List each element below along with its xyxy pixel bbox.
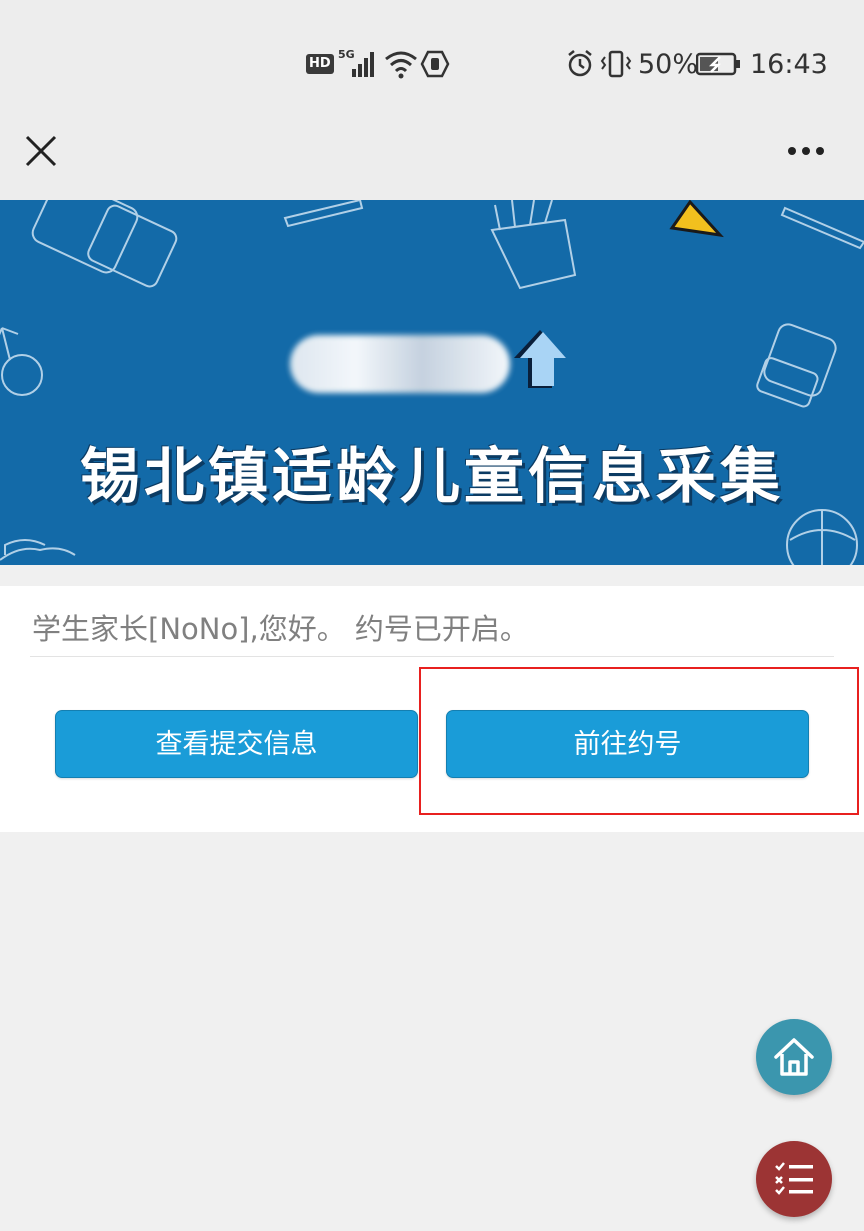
banner-title: 锡北镇适龄儿童信息采集 <box>80 442 784 512</box>
more-icon[interactable] <box>782 136 830 166</box>
divider <box>30 656 834 657</box>
home-button[interactable] <box>756 1019 832 1095</box>
checklist-icon <box>775 1162 813 1195</box>
battery-charging-icon <box>696 44 742 84</box>
highlight-annotation-box <box>419 667 859 815</box>
view-submission-button[interactable]: 查看提交信息 <box>55 710 418 778</box>
shield-icon <box>420 44 450 84</box>
network-type-label: 5G <box>338 48 355 61</box>
page: HD 5G 50% 16:43 锡北镇适龄儿童信息采集 学生家长[NoNo],您… <box>0 0 864 1231</box>
blurred-logo <box>290 335 510 393</box>
checklist-button[interactable] <box>756 1141 832 1217</box>
nav-bar <box>0 100 864 200</box>
home-icon <box>774 1038 814 1076</box>
vibrate-icon <box>600 44 632 84</box>
clock-time: 16:43 <box>750 48 828 80</box>
header-banner: 锡北镇适龄儿童信息采集 <box>0 200 864 565</box>
logo-arrow-icon <box>514 330 566 388</box>
hd-icon: HD <box>306 44 334 84</box>
close-icon[interactable] <box>20 130 62 172</box>
battery-percent: 50% <box>638 48 699 80</box>
alarm-icon <box>566 44 594 84</box>
greeting-message: 学生家长[NoNo],您好。 约号已开启。 <box>32 612 529 646</box>
signal-icon: 5G <box>338 44 380 84</box>
wifi-icon <box>384 44 418 84</box>
